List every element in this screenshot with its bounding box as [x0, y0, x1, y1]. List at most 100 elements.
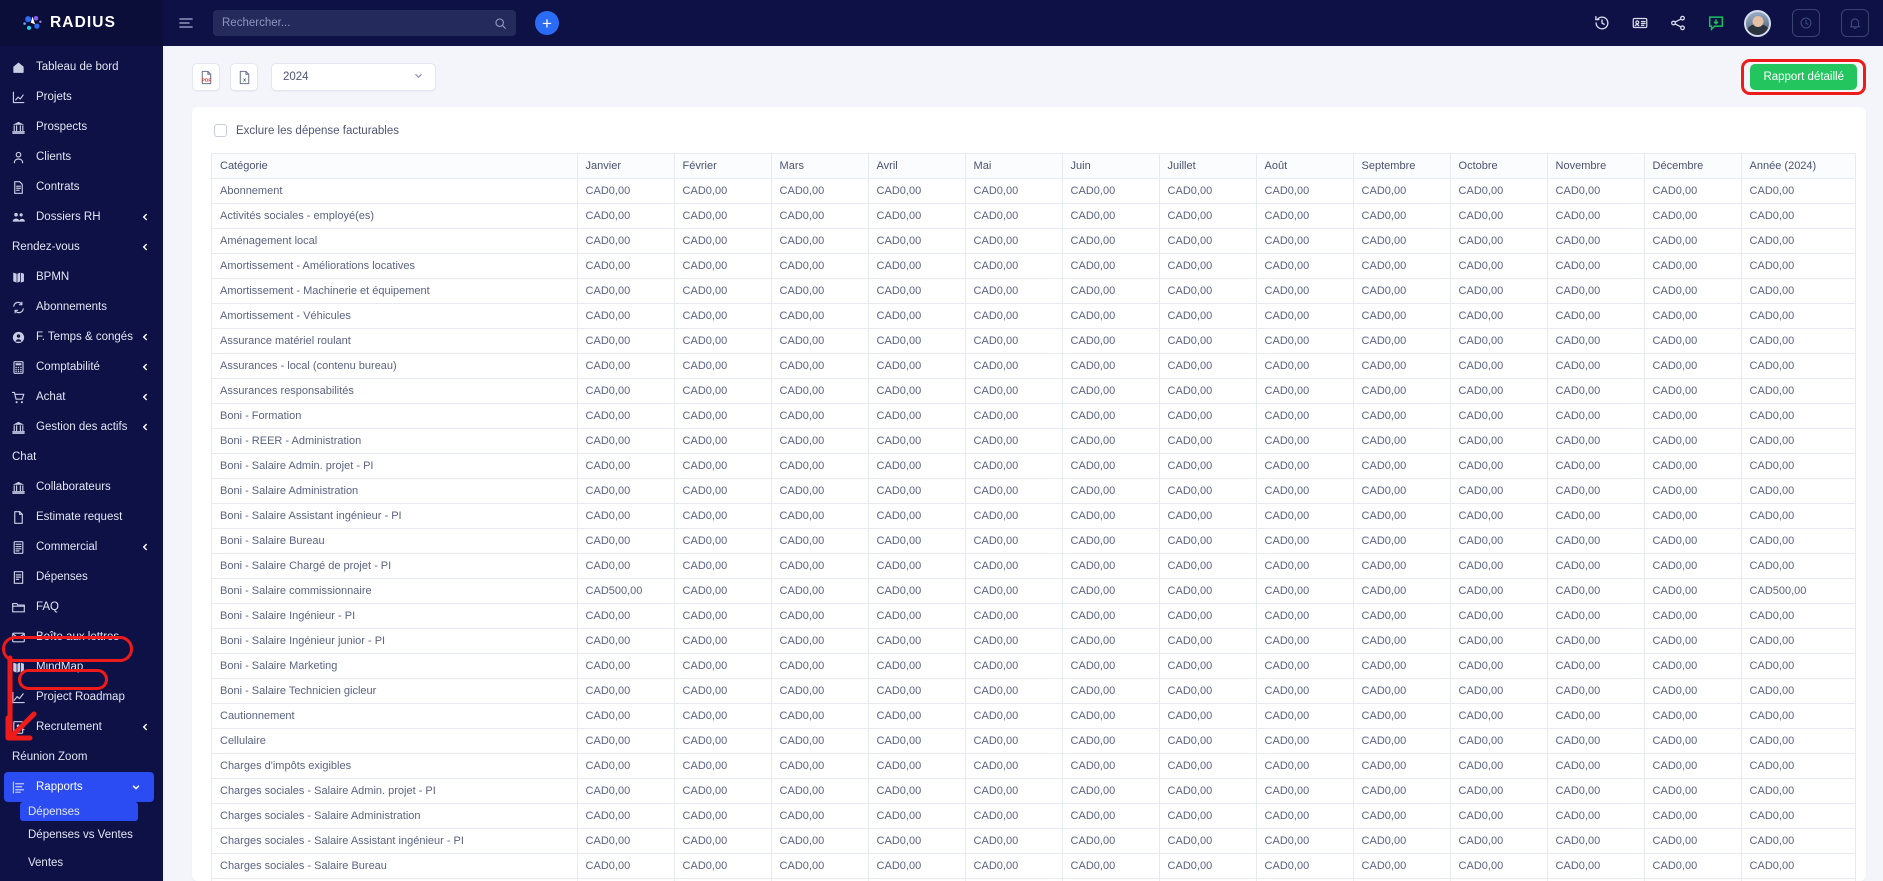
sidebar-item-abonnements[interactable]: Abonnements — [0, 292, 163, 322]
table-row[interactable]: Boni - Salaire Technicien gicleur CAD0,00… — [211, 678, 1857, 704]
column-header[interactable]: Février — [673, 153, 772, 179]
sidebar-item-f-temps-cong-s[interactable]: F. Temps & congés — [0, 322, 163, 352]
sidebar-subitem-d-penses[interactable]: Dépenses — [20, 802, 138, 821]
cell-amount: CAD0,00 — [1643, 428, 1742, 454]
id-card-icon[interactable] — [1630, 14, 1649, 33]
excel-export-icon[interactable]: x — [230, 63, 258, 91]
cell-amount: CAD0,00 — [770, 503, 869, 529]
user-avatar[interactable] — [1744, 9, 1771, 37]
detail-report-button[interactable]: Rapport détaillé — [1750, 64, 1857, 90]
cell-amount: CAD0,00 — [1061, 178, 1160, 204]
sidebar-item-rapports[interactable]: Rapports — [4, 772, 154, 802]
table-row[interactable]: Boni - Salaire Assistant ingénieur - PI C… — [211, 503, 1857, 529]
table-row[interactable]: Boni - Formation CAD0,00 CAD0,00 CAD0,00 CAD… — [211, 403, 1857, 429]
year-select[interactable]: 2024 — [271, 63, 436, 91]
column-header[interactable]: Décembre — [1643, 153, 1742, 179]
table-row[interactable]: Cellulaire CAD0,00 CAD0,00 CAD0,00 CAD0,00 CA… — [211, 728, 1857, 754]
column-header[interactable]: Août — [1255, 153, 1354, 179]
sidebar-item-tableau-de-bord[interactable]: Tableau de bord — [0, 52, 163, 82]
cell-amount: CAD0,00 — [1449, 203, 1548, 229]
table-scroll-area[interactable]: Catégorie Janvier Février Mars Avril Mai Juin J… — [192, 153, 1866, 881]
column-header[interactable]: Année (2024) — [1740, 153, 1857, 179]
column-header[interactable]: Novembre — [1546, 153, 1645, 179]
sidebar-item-project-roadmap[interactable]: Project Roadmap — [0, 682, 163, 712]
column-header[interactable]: Janvier — [576, 153, 675, 179]
sidebar-item-faq[interactable]: FAQ — [0, 592, 163, 622]
sidebar-item-recrutement[interactable]: Recrutement — [0, 712, 163, 742]
column-header[interactable]: Mai — [964, 153, 1063, 179]
exclude-billable-checkbox[interactable] — [214, 124, 227, 137]
sidebar-item-gestion-des-actifs[interactable]: Gestion des actifs — [0, 412, 163, 442]
column-header[interactable]: Septembre — [1352, 153, 1451, 179]
table-row[interactable]: Boni - Salaire Marketing CAD0,00 CAD0,00 CA… — [211, 653, 1857, 679]
table-row[interactable]: Boni - Salaire commissionnaire CAD500,00 C… — [211, 578, 1857, 604]
sidebar-subitem-ventes[interactable]: Ventes — [0, 849, 163, 877]
chevron-left-icon — [140, 362, 150, 372]
hamburger-menu-icon[interactable] — [177, 14, 195, 32]
brand[interactable]: RADIUS — [0, 0, 163, 46]
support-clock-icon[interactable] — [1792, 9, 1820, 37]
chat-message-icon[interactable] — [1706, 14, 1725, 33]
cell-amount: CAD0,00 — [1546, 678, 1645, 704]
table-row[interactable]: Boni - Salaire Ingénieur - PI CAD0,00 CAD0… — [211, 603, 1857, 629]
sidebar-item-collaborateurs[interactable]: Collaborateurs — [0, 472, 163, 502]
cell-category: Assurance matériel roulant — [211, 328, 578, 354]
table-row[interactable]: Boni - REER - Administration CAD0,00 CAD0,… — [211, 428, 1857, 454]
sidebar-item-dossiers-rh[interactable]: Dossiers RH — [0, 202, 163, 232]
sidebar-item-clients[interactable]: Clients — [0, 142, 163, 172]
table-row[interactable]: Charges sociales - Salaire Admin. projet… — [211, 778, 1857, 804]
table-row[interactable]: Charges d'impôts exigibles CAD0,00 CAD0,00… — [211, 753, 1857, 779]
cell-amount: CAD0,00 — [576, 328, 675, 354]
column-header[interactable]: Avril — [867, 153, 966, 179]
sidebar-item-bo-te-aux-lettres[interactable]: Boîte aux lettres — [0, 622, 163, 652]
table-row[interactable]: Boni - Salaire Admin. projet - PI CAD0,00… — [211, 453, 1857, 479]
column-header[interactable]: Juillet — [1158, 153, 1257, 179]
sidebar-item-achat[interactable]: Achat — [0, 382, 163, 412]
cell-amount: CAD0,00 — [1352, 178, 1451, 204]
column-header[interactable]: Juin — [1061, 153, 1160, 179]
sidebar-item-commercial[interactable]: Commercial — [0, 532, 163, 562]
table-row[interactable]: Amortissement - Améliorations locatives C… — [211, 253, 1857, 279]
sidebar-item-comptabilit[interactable]: Comptabilité — [0, 352, 163, 382]
table-row[interactable]: Charges sociales - Salaire Assistant ing… — [211, 828, 1857, 854]
table-row[interactable]: Cautionnement CAD0,00 CAD0,00 CAD0,00 CAD0,0… — [211, 703, 1857, 729]
sidebar-item-contrats[interactable]: Contrats — [0, 172, 163, 202]
table-row[interactable]: Charges sociales - Salaire Administratio… — [211, 803, 1857, 829]
column-header[interactable]: Catégorie — [211, 153, 578, 179]
column-header[interactable]: Mars — [770, 153, 869, 179]
sidebar-item-chat[interactable]: Chat — [0, 442, 163, 472]
sidebar-item-d-penses[interactable]: Dépenses — [0, 562, 163, 592]
share-icon[interactable] — [1668, 14, 1687, 33]
exclude-billable-row[interactable]: Exclure les dépense facturables — [192, 107, 1866, 153]
sidebar-item-projets[interactable]: Projets — [0, 82, 163, 112]
table-row[interactable]: Amortissement - Véhicules CAD0,00 CAD0,00 C… — [211, 303, 1857, 329]
history-icon[interactable] — [1592, 14, 1611, 33]
table-row[interactable]: Boni - Salaire Administration CAD0,00 CAD0… — [211, 478, 1857, 504]
sidebar-item-prospects[interactable]: Prospects — [0, 112, 163, 142]
sidebar-item-rendez-vous[interactable]: Rendez-vous — [0, 232, 163, 262]
search-input[interactable] — [222, 17, 494, 29]
sidebar-item-r-union-zoom[interactable]: Réunion Zoom — [0, 742, 163, 772]
table-row[interactable]: Activités sociales - employé(es) CAD0,00 C… — [211, 203, 1857, 229]
table-row[interactable]: Assurances - local (contenu bureau) CAD0,… — [211, 353, 1857, 379]
sidebar-item-estimate-request[interactable]: Estimate request — [0, 502, 163, 532]
sidebar-item-mindmap[interactable]: MindMap — [0, 652, 163, 682]
sidebar-item-bpmn[interactable]: BPMN — [0, 262, 163, 292]
pdf-export-icon[interactable]: PDF — [192, 63, 220, 91]
cell-amount: CAD0,00 — [1449, 578, 1548, 604]
notifications-bell-icon[interactable] — [1841, 9, 1869, 37]
add-button[interactable]: + — [535, 11, 559, 35]
search-box[interactable] — [213, 10, 516, 36]
table-row[interactable]: Amortissement - Machinerie et équipement… — [211, 278, 1857, 304]
table-row[interactable]: Assurance matériel roulant CAD0,00 CAD0,00… — [211, 328, 1857, 354]
table-row[interactable]: Boni - Salaire Ingénieur junior - PI CAD0… — [211, 628, 1857, 654]
table-row[interactable]: Aménagement local CAD0,00 CAD0,00 CAD0,00 CA… — [211, 228, 1857, 254]
column-header[interactable]: Octobre — [1449, 153, 1548, 179]
table-row[interactable]: Boni - Salaire Bureau CAD0,00 CAD0,00 CAD0,… — [211, 528, 1857, 554]
table-row[interactable]: Charges sociales - Salaire Bureau CAD0,00… — [211, 853, 1857, 879]
table-row[interactable]: Assurances responsabilités CAD0,00 CAD0,00… — [211, 378, 1857, 404]
table-row[interactable]: Boni - Salaire Chargé de projet - PI CAD0… — [211, 553, 1857, 579]
sidebar-subitem-d-penses-vs-ventes[interactable]: Dépenses vs Ventes — [0, 821, 163, 849]
table-row[interactable]: Abonnement CAD0,00 CAD0,00 CAD0,00 CAD0,00 CA… — [211, 178, 1857, 204]
cell-amount: CAD0,00 — [1352, 228, 1451, 254]
